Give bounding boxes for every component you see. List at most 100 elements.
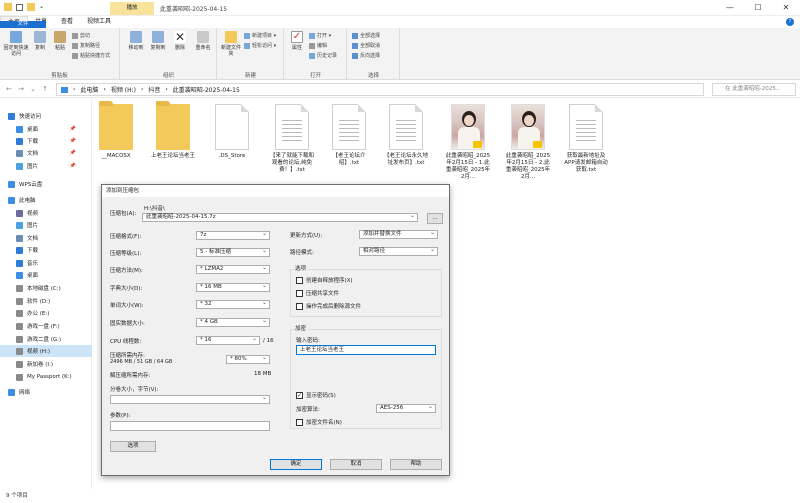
- sidebar-item[interactable]: 桌面: [0, 269, 92, 281]
- sidebar-item[interactable]: WPS云盘: [0, 178, 92, 190]
- address-bar[interactable]: › 此电脑 › 视频 (H:) › 抖音 › 此重袭昭昭-2025-04-15: [56, 83, 704, 96]
- sidebar-item[interactable]: 办公 (E:): [0, 307, 92, 319]
- setting-select[interactable]: * 4 GB: [196, 317, 270, 327]
- path-mode-select[interactable]: 相对路径: [359, 246, 438, 256]
- ok-button[interactable]: 确定: [270, 459, 322, 470]
- invert-selection-button[interactable]: 反向选择: [352, 52, 380, 59]
- sidebar-item[interactable]: 视频: [0, 207, 92, 219]
- new-folder-icon[interactable]: [27, 3, 35, 11]
- setting-select[interactable]: * 32: [196, 299, 270, 309]
- memory-percent-select[interactable]: * 80%: [226, 354, 270, 364]
- breadcrumb-douyin[interactable]: 抖音: [148, 85, 160, 94]
- copy-to-button[interactable]: 复制到: [149, 31, 167, 51]
- encrypt-names-checkbox[interactable]: 加密文件名(N): [296, 418, 342, 426]
- password-input[interactable]: 上老王论坛当老王: [296, 345, 436, 355]
- tab-view[interactable]: 查看: [54, 16, 80, 28]
- sidebar-item[interactable]: 新加卷 (I:): [0, 358, 92, 370]
- breadcrumb-drive[interactable]: 视频 (H:): [111, 85, 136, 94]
- file-item[interactable]: 此重袭昭昭_2025年2月15日 - 2.此重袭昭昭_2025年2月...: [505, 104, 551, 181]
- sidebar-item-label: 游戏二盘 (G:): [27, 337, 62, 343]
- minimize-button[interactable]: —: [716, 0, 744, 16]
- setting-select[interactable]: * 16 MB: [196, 282, 270, 292]
- paste-shortcut-button[interactable]: 粘贴快捷方式: [72, 52, 110, 59]
- checkbox-icon[interactable]: [16, 3, 23, 11]
- sidebar-item[interactable]: 此电脑: [0, 194, 92, 206]
- sidebar-item[interactable]: My Passport (K:): [0, 371, 92, 383]
- properties-button[interactable]: ✓ 属性: [288, 31, 306, 51]
- sidebar-item[interactable]: 网络: [0, 386, 92, 398]
- easy-access-button[interactable]: 轻松访问 ▾: [244, 42, 276, 49]
- delete-button[interactable]: ✕ 删除: [171, 31, 189, 51]
- help-icon[interactable]: ?: [786, 18, 794, 26]
- file-item[interactable]: 上老王论坛当老王: [150, 101, 196, 160]
- breadcrumb-this-pc[interactable]: 此电脑: [80, 85, 98, 94]
- create-sfx-checkbox[interactable]: 创建自释放程序(X): [296, 276, 353, 284]
- archive-name-combo[interactable]: 此重袭昭昭-2025-04-15.7z: [142, 212, 418, 222]
- close-button[interactable]: ✕: [772, 0, 800, 16]
- file-item[interactable]: 【老王论坛介绍】.txt: [326, 104, 372, 167]
- chevron-down-icon[interactable]: ⌄: [28, 84, 38, 94]
- sidebar-item[interactable]: 软件 (D:): [0, 295, 92, 307]
- sidebar-item[interactable]: 视频 (H:): [0, 345, 92, 357]
- copy-button[interactable]: 复制: [32, 31, 48, 51]
- folder-icon: [156, 101, 190, 150]
- setting-select[interactable]: * LZMA2: [196, 264, 270, 274]
- contextual-tab[interactable]: 播放: [110, 2, 154, 15]
- sidebar-item[interactable]: 快速访问: [0, 110, 92, 122]
- parameters-input[interactable]: [110, 421, 270, 431]
- split-size-combo[interactable]: [110, 394, 270, 404]
- setting-select[interactable]: * 16: [196, 335, 260, 345]
- delete-after-checkbox[interactable]: 操作完成后删除源文件: [296, 302, 361, 310]
- file-item[interactable]: 【老王论坛永久地址发布页】.txt: [383, 104, 429, 167]
- properties-icon: ✓: [291, 31, 303, 43]
- sidebar-item[interactable]: 文档: [0, 232, 92, 244]
- sidebar-item[interactable]: 下载 📌: [0, 135, 92, 147]
- show-password-checkbox[interactable]: ✓ 显示密码(S): [296, 391, 336, 399]
- copy-path-button[interactable]: 复制路径: [72, 42, 100, 49]
- chevron-down-icon[interactable]: ⌄: [39, 3, 45, 11]
- encryption-method-select[interactable]: AES-256: [376, 403, 436, 413]
- rename-button[interactable]: 重命名: [193, 31, 213, 51]
- sidebar-item[interactable]: 图片: [0, 219, 92, 231]
- search-box[interactable]: 在 此重袭昭昭-2025...: [712, 83, 796, 96]
- select-none-button[interactable]: 全部取消: [352, 42, 380, 49]
- setting-select[interactable]: 7z: [196, 230, 270, 240]
- file-item[interactable]: __MACOSX: [93, 101, 139, 160]
- history-button[interactable]: 历史记录: [309, 52, 337, 59]
- breadcrumb-current[interactable]: 此重袭昭昭-2025-04-15: [173, 85, 240, 94]
- file-item[interactable]: .DS_Store: [209, 104, 255, 160]
- cancel-button[interactable]: 取消: [330, 459, 382, 470]
- new-item-button[interactable]: 新建项目 ▾: [244, 32, 276, 39]
- cut-button[interactable]: 剪切: [72, 32, 90, 39]
- setting-select[interactable]: 5 - 标准压缩: [196, 247, 270, 257]
- sidebar-item[interactable]: 图片 📌: [0, 160, 92, 172]
- sidebar-item[interactable]: 文档 📌: [0, 147, 92, 159]
- new-folder-button[interactable]: 新建文件夹: [221, 31, 241, 57]
- edit-button[interactable]: 编辑: [309, 42, 327, 49]
- help-button[interactable]: 帮助: [390, 459, 442, 470]
- tab-video-tools[interactable]: 视频工具: [80, 16, 118, 28]
- maximize-button[interactable]: ☐: [744, 0, 772, 16]
- video-icon: [16, 209, 23, 217]
- options-button[interactable]: 选项: [110, 441, 156, 452]
- select-all-button[interactable]: 全部选择: [352, 32, 380, 39]
- sidebar-item[interactable]: 下载: [0, 244, 92, 256]
- pin-button[interactable]: 固定到快速访问: [3, 31, 29, 57]
- paste-button[interactable]: 粘贴: [52, 31, 68, 51]
- sidebar-item[interactable]: 游戏一盘 (F:): [0, 320, 92, 332]
- sidebar-item[interactable]: 本地磁盘 (C:): [0, 282, 92, 294]
- sidebar-item[interactable]: 桌面 📌: [0, 123, 92, 135]
- sidebar-item[interactable]: 游戏二盘 (G:): [0, 333, 92, 345]
- move-to-button[interactable]: 移动到: [127, 31, 145, 51]
- file-item[interactable]: 【来了就能下载和观看的论坛,纯免费！】.txt: [269, 104, 315, 174]
- file-item[interactable]: 获取最新地址及APP请发邮箱自动获取.txt: [563, 104, 609, 174]
- sidebar-item[interactable]: 音乐: [0, 257, 92, 269]
- back-arrow-icon[interactable]: ←: [4, 84, 14, 94]
- forward-arrow-icon[interactable]: →: [16, 84, 26, 94]
- up-arrow-icon[interactable]: ↑: [40, 84, 50, 94]
- open-button[interactable]: 打开 ▾: [309, 32, 331, 39]
- update-mode-select[interactable]: 添加并替换文件: [359, 229, 438, 239]
- file-item[interactable]: 此重袭昭昭_2025年2月15日 - 1.此重袭昭昭_2025年2月...: [445, 104, 491, 181]
- browse-button[interactable]: ...: [427, 213, 443, 224]
- compress-shared-checkbox[interactable]: 压缩共享文件: [296, 289, 339, 297]
